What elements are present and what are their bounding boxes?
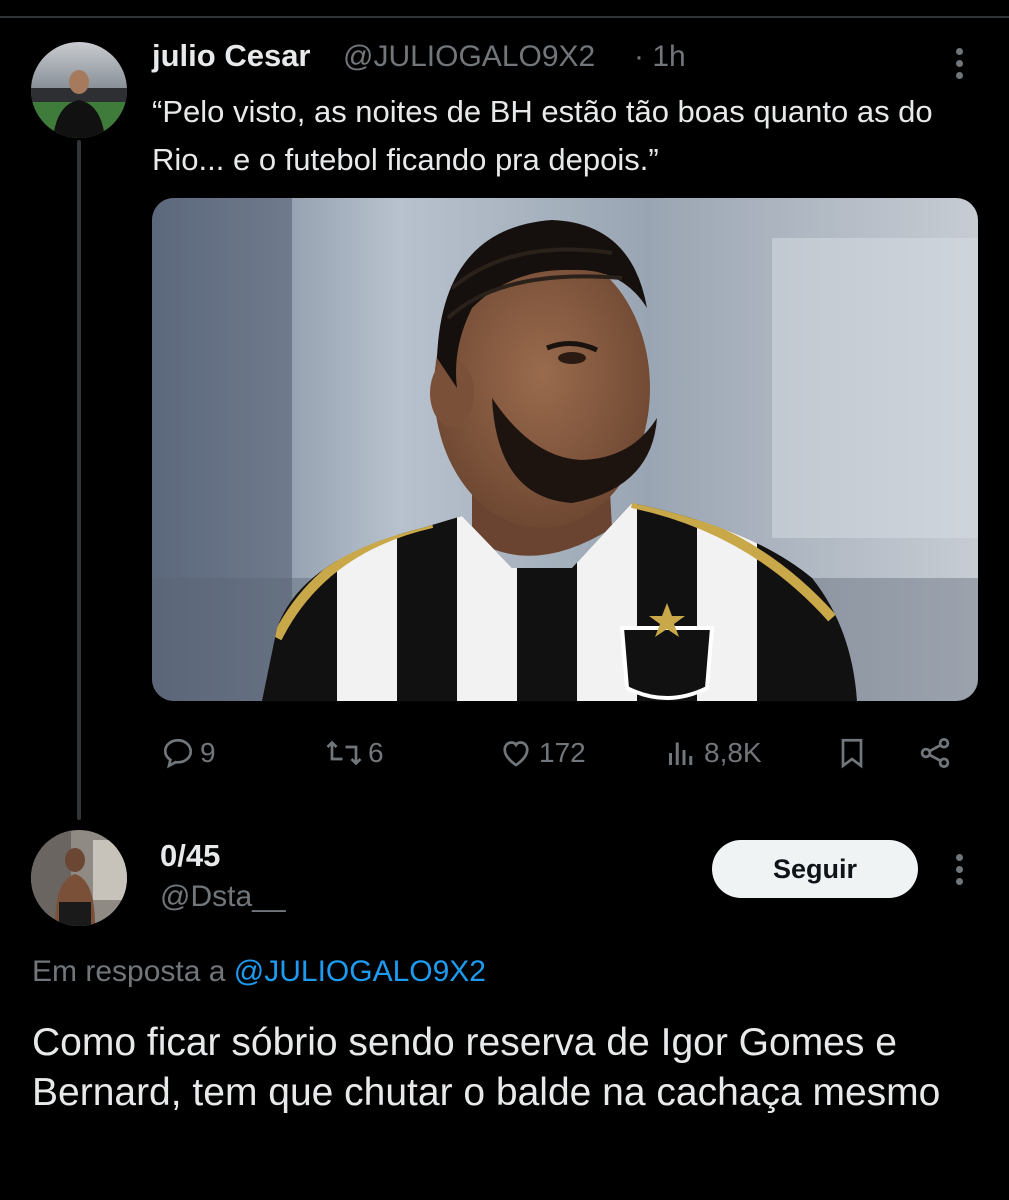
reply-author-name[interactable]: 0/45 [160, 838, 220, 874]
more-icon[interactable] [954, 854, 964, 885]
tweet-image[interactable] [152, 198, 978, 701]
top-divider [0, 16, 1009, 18]
share-button[interactable] [916, 725, 954, 781]
replying-to-prefix: Em resposta a [32, 955, 226, 988]
author-name[interactable]: julio Cesar [152, 38, 311, 74]
reply-text: Como ficar sóbrio sendo reserva de Igor … [32, 1021, 941, 1114]
views-count: 8,8K [704, 737, 762, 768]
like-count: 172 [539, 737, 586, 768]
repost-button[interactable]: 6 [324, 725, 384, 781]
bookmark-button[interactable] [834, 725, 870, 781]
tweet-time[interactable]: · 1h [634, 40, 686, 74]
replying-to-mention[interactable]: @JULIOGALO9X2 [234, 955, 486, 988]
reply-icon [163, 738, 193, 769]
follow-button[interactable]: Seguir [712, 840, 918, 898]
repost-count: 6 [368, 737, 384, 768]
replying-to-line: Em resposta a @JULIOGALO9X2 [32, 955, 486, 989]
reply-button[interactable]: 9 [160, 725, 216, 781]
more-icon[interactable] [954, 48, 964, 79]
bookmark-icon [841, 738, 863, 769]
like-button[interactable]: 172 [497, 725, 586, 781]
tweet-actions: 9 6 172 8,8K [152, 725, 978, 781]
player-photo [152, 198, 978, 701]
reply-author-avatar[interactable] [31, 830, 127, 926]
author-avatar[interactable] [31, 42, 127, 138]
author-handle[interactable]: @JULIOGALO9X2 [343, 40, 595, 74]
views-button[interactable]: 8,8K [662, 725, 762, 781]
reply-count: 9 [200, 737, 216, 768]
share-icon [920, 738, 950, 768]
reply-author-handle[interactable]: @Dsta__ [160, 880, 286, 914]
like-icon [503, 741, 529, 767]
thread-connector-line [77, 140, 81, 820]
repost-icon [326, 740, 362, 766]
tweet-text: “Pelo visto, as noites de BH estão tão b… [152, 94, 933, 177]
views-icon [669, 742, 693, 765]
